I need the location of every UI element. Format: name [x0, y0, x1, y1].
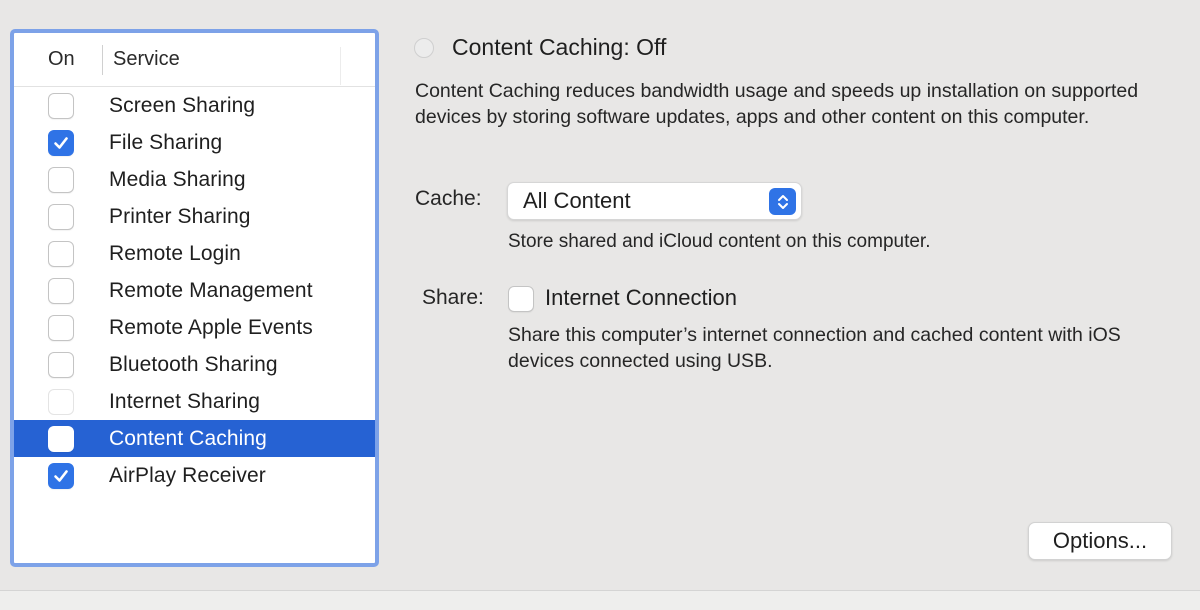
service-checkbox-cell — [14, 240, 109, 267]
service-label: Remote Apple Events — [109, 315, 313, 339]
status-title: Content Caching: Off — [452, 34, 667, 60]
sharing-preferences-window: On Service Screen Sharing File Sharing Med… — [0, 0, 1200, 610]
service-row-file-sharing[interactable]: File Sharing — [14, 124, 375, 161]
service-checkbox-screen-sharing[interactable] — [48, 92, 74, 119]
service-list[interactable]: On Service Screen Sharing File Sharing Med… — [10, 29, 379, 567]
service-label: Remote Login — [109, 241, 241, 265]
service-label: Media Sharing — [109, 167, 246, 191]
service-label: AirPlay Receiver — [109, 463, 266, 487]
column-header-on[interactable]: On — [14, 44, 103, 75]
service-description: Content Caching reduces bandwidth usage … — [415, 80, 1139, 128]
service-row-bluetooth-sharing[interactable]: Bluetooth Sharing — [14, 346, 375, 383]
service-checkbox-airplay-receiver[interactable] — [48, 462, 74, 489]
bottom-bar — [0, 591, 1200, 610]
service-checkbox-cell — [14, 129, 109, 156]
service-row-remote-apple-events[interactable]: Remote Apple Events — [14, 309, 375, 346]
service-checkbox-remote-management[interactable] — [48, 277, 74, 304]
cache-select[interactable]: All Content — [507, 182, 802, 220]
service-label: Screen Sharing — [109, 93, 256, 117]
service-checkbox-internet-sharing — [48, 388, 74, 415]
share-hint: Share this computer’s internet connectio… — [508, 324, 1121, 372]
service-label: Printer Sharing — [109, 204, 251, 228]
service-row-remote-management[interactable]: Remote Management — [14, 272, 375, 309]
service-row-internet-sharing[interactable]: Internet Sharing — [14, 383, 375, 420]
service-checkbox-cell — [14, 277, 109, 304]
service-label: Bluetooth Sharing — [109, 352, 278, 376]
checkmark-icon — [52, 467, 70, 485]
up-down-chevron-icon — [769, 188, 796, 215]
service-checkbox-bluetooth-sharing[interactable] — [48, 351, 74, 378]
list-header: On Service — [14, 33, 375, 87]
checkmark-icon — [52, 134, 70, 152]
service-checkbox-remote-apple-events[interactable] — [48, 314, 74, 341]
service-checkbox-cell — [14, 203, 109, 230]
share-label: Share: — [422, 286, 484, 309]
service-row-printer-sharing[interactable]: Printer Sharing — [14, 198, 375, 235]
internet-connection-checkbox[interactable] — [508, 286, 534, 312]
service-checkbox-cell — [14, 166, 109, 193]
service-row-airplay-receiver[interactable]: AirPlay Receiver — [14, 457, 375, 494]
internet-connection-label[interactable]: Internet Connection — [545, 285, 737, 311]
service-checkbox-cell — [14, 388, 109, 415]
service-checkbox-cell — [14, 314, 109, 341]
service-label: Internet Sharing — [109, 389, 261, 413]
status-line: Content Caching: Off — [414, 34, 666, 61]
service-checkbox-media-sharing[interactable] — [48, 166, 74, 193]
service-checkbox-cell — [14, 351, 109, 378]
service-checkbox-printer-sharing[interactable] — [48, 203, 74, 230]
service-checkbox-content-caching[interactable] — [48, 425, 74, 452]
service-checkbox-remote-login[interactable] — [48, 240, 74, 267]
header-divider — [340, 47, 341, 85]
service-row-content-caching[interactable]: Content Caching — [14, 420, 375, 457]
service-label: Remote Management — [109, 278, 313, 302]
service-label: Content Caching — [109, 426, 267, 450]
service-checkbox-cell — [14, 92, 109, 119]
status-radio-icon — [414, 37, 434, 58]
service-row-media-sharing[interactable]: Media Sharing — [14, 161, 375, 198]
service-row-remote-login[interactable]: Remote Login — [14, 235, 375, 272]
service-row-screen-sharing[interactable]: Screen Sharing — [14, 87, 375, 124]
service-checkbox-file-sharing[interactable] — [48, 129, 74, 156]
service-checkbox-cell — [14, 462, 109, 489]
service-checkbox-cell — [14, 425, 109, 452]
service-label: File Sharing — [109, 130, 223, 154]
options-button[interactable]: Options... — [1028, 522, 1172, 560]
service-rows: Screen Sharing File Sharing Media Sharing P… — [14, 87, 375, 494]
cache-label: Cache: — [415, 187, 482, 210]
column-header-service[interactable]: Service — [103, 48, 375, 71]
cache-hint: Store shared and iCloud content on this … — [508, 231, 931, 252]
cache-select-value: All Content — [523, 188, 631, 213]
